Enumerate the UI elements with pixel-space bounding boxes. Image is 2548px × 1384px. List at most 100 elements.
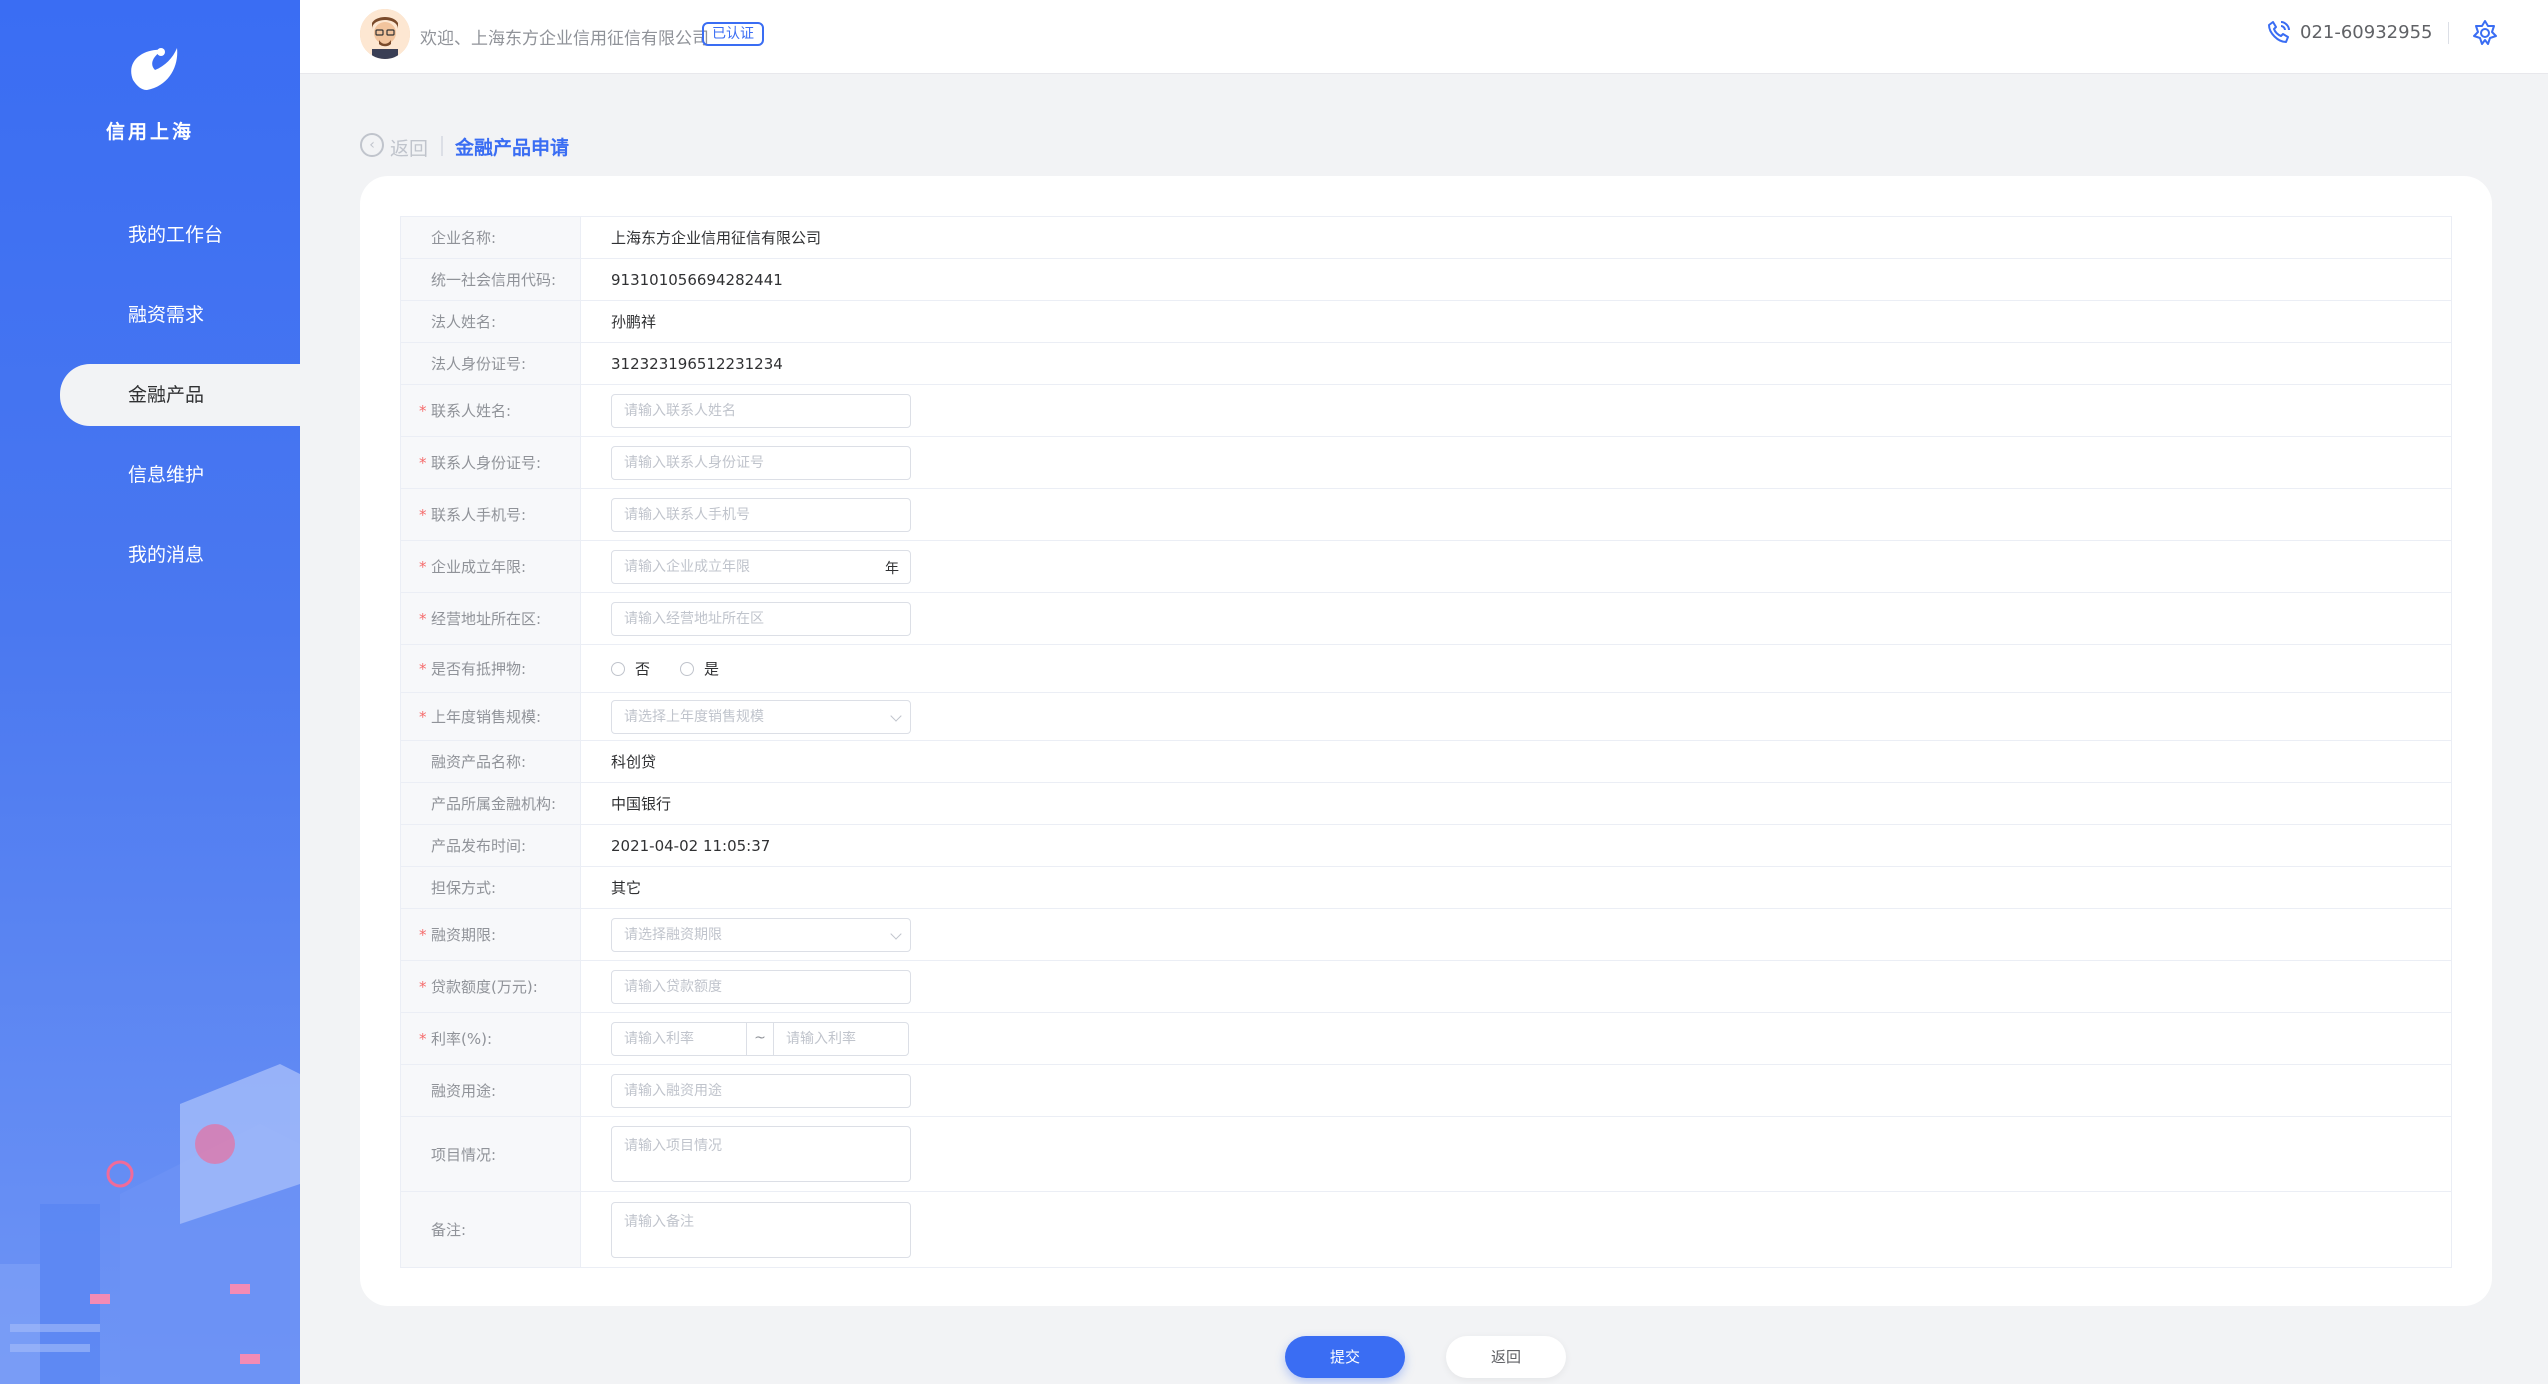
company-years-input[interactable] <box>611 549 911 584</box>
product-name-value: 科创贷 <box>611 753 657 771</box>
legal-id-value: 312323196512231234 <box>611 354 783 373</box>
field-label: 联系人姓名: <box>431 402 512 420</box>
field-label-required: * 利率(%): <box>401 1013 581 1064</box>
term-select[interactable]: 请选择融资期限 <box>611 917 911 952</box>
application-form: 企业名称: 上海东方企业信用征信有限公司 统一社会信用代码: 913101056… <box>400 216 2452 1268</box>
rate-to-input[interactable] <box>774 1022 908 1055</box>
form-row-contact-name: * 联系人姓名: <box>401 385 2451 437</box>
sidebar-item-my-messages[interactable]: 我的消息 <box>0 515 300 595</box>
field-label: 法人身份证号: <box>401 343 581 384</box>
required-asterisk: * <box>419 1029 427 1048</box>
field-label-required: * 是否有抵押物: <box>401 645 581 692</box>
field-label: 贷款额度(万元): <box>431 978 538 996</box>
required-asterisk: * <box>419 977 427 996</box>
sidebar-item-info-maintenance[interactable]: 信息维护 <box>0 435 300 515</box>
guarantee-value: 其它 <box>611 879 642 897</box>
field-label: 企业成立年限: <box>431 558 527 576</box>
field-label-required: * 联系人姓名: <box>401 385 581 436</box>
logo-text: 信用上海 <box>105 121 194 143</box>
rate-from-input[interactable] <box>612 1022 746 1055</box>
contact-id-input[interactable] <box>611 445 911 480</box>
chevron-down-icon <box>890 927 902 940</box>
form-row-publish-time: 产品发布时间: 2021-04-02 11:05:37 <box>401 825 2451 867</box>
logo[interactable]: 信用上海 <box>95 40 205 143</box>
field-label: 融资期限: <box>431 926 497 944</box>
loan-amount-input[interactable] <box>611 969 911 1004</box>
field-label: 是否有抵押物: <box>431 660 527 678</box>
remark-textarea[interactable] <box>611 1201 911 1258</box>
purpose-input[interactable] <box>611 1073 911 1108</box>
field-label: 融资用途: <box>401 1065 581 1116</box>
credit-code-value: 913101056694282441 <box>611 270 783 289</box>
form-row-company-name: 企业名称: 上海东方企业信用征信有限公司 <box>401 217 2451 259</box>
form-row-legal-id: 法人身份证号: 312323196512231234 <box>401 343 2451 385</box>
form-row-address: * 经营地址所在区: <box>401 593 2451 645</box>
breadcrumb-back-link[interactable]: 返回 <box>390 134 428 161</box>
form-row-credit-code: 统一社会信用代码: 913101056694282441 <box>401 259 2451 301</box>
form-row-product-name: 融资产品名称: 科创贷 <box>401 741 2451 783</box>
radio-label: 否 <box>635 660 651 678</box>
sidebar-item-financial-products[interactable]: 金融产品 <box>60 364 300 426</box>
settings-gear-icon[interactable] <box>2470 18 2500 48</box>
contact-phone-input[interactable] <box>611 497 911 532</box>
field-value <box>581 1065 2451 1116</box>
radio-circle <box>680 661 695 676</box>
field-label: 产品发布时间: <box>401 825 581 866</box>
form-card: 企业名称: 上海东方企业信用征信有限公司 统一社会信用代码: 913101056… <box>360 176 2492 1306</box>
user-avatar[interactable] <box>360 9 410 59</box>
field-value <box>581 961 2451 1012</box>
field-label: 融资产品名称: <box>401 741 581 782</box>
field-label: 法人姓名: <box>401 301 581 342</box>
field-label: 联系人身份证号: <box>431 454 542 472</box>
required-asterisk: * <box>419 707 427 726</box>
sidebar-nav: 我的工作台 融资需求 金融产品 信息维护 我的消息 <box>0 195 300 595</box>
form-row-purpose: 融资用途: <box>401 1065 2451 1117</box>
form-row-collateral: * 是否有抵押物: 否 是 <box>401 645 2451 693</box>
field-label-required: * 融资期限: <box>401 909 581 960</box>
sales-select[interactable]: 请选择上年度销售规模 <box>611 699 911 734</box>
collateral-radio-yes[interactable]: 是 <box>680 658 719 679</box>
publish-time-value: 2021-04-02 11:05:37 <box>611 836 771 855</box>
field-value: ~ <box>581 1013 2451 1064</box>
field-label: 联系人手机号: <box>431 506 527 524</box>
breadcrumb-divider <box>441 136 443 156</box>
institution-value: 中国银行 <box>611 795 672 813</box>
form-row-institution: 产品所属金融机构: 中国银行 <box>401 783 2451 825</box>
submit-button[interactable]: 提交 <box>1285 1336 1405 1378</box>
company-name-value: 上海东方企业信用征信有限公司 <box>611 229 822 247</box>
field-label: 项目情况: <box>401 1117 581 1191</box>
field-value: 请选择融资期限 <box>581 909 2451 960</box>
field-label-required: * 经营地址所在区: <box>401 593 581 644</box>
field-value <box>581 1192 2451 1267</box>
field-label: 上年度销售规模: <box>431 708 542 726</box>
field-label-required: * 上年度销售规模: <box>401 693 581 740</box>
legal-name-value: 孙鹏祥 <box>611 313 657 331</box>
back-button[interactable]: 返回 <box>1446 1336 1566 1378</box>
collateral-radio-no[interactable]: 否 <box>611 658 650 679</box>
field-value <box>581 1117 2451 1191</box>
range-separator: ~ <box>746 1022 774 1055</box>
back-arrow-icon[interactable]: ‹ <box>360 133 384 157</box>
field-label: 产品所属金融机构: <box>401 783 581 824</box>
page-title: 金融产品申请 <box>455 137 570 159</box>
sidebar-item-workbench[interactable]: 我的工作台 <box>0 195 300 275</box>
top-header: 欢迎、上海东方企业信用征信有限公司 已认证 021-60932955 <box>300 0 2548 74</box>
required-asterisk: * <box>419 401 427 420</box>
contact-name-input[interactable] <box>611 393 911 428</box>
header-divider <box>2448 22 2449 44</box>
form-row-rate: *利率(%): ~ <box>401 1013 2451 1065</box>
required-asterisk: * <box>419 557 427 576</box>
sidebar: 信用上海 我的工作台 融资需求 金融产品 信息维护 我的消息 <box>0 0 300 1384</box>
radio-circle <box>611 661 625 676</box>
project-textarea[interactable] <box>611 1126 911 1182</box>
city-illustration <box>0 1064 300 1384</box>
address-input[interactable] <box>611 601 911 636</box>
field-label: 备注: <box>401 1192 581 1267</box>
form-row-remark: 备注: <box>401 1192 2451 1267</box>
sidebar-item-financing-needs[interactable]: 融资需求 <box>0 275 300 355</box>
years-suffix: 年 <box>885 560 899 577</box>
form-row-guarantee: 担保方式: 其它 <box>401 867 2451 909</box>
required-asterisk: * <box>419 659 427 678</box>
field-label-required: * 贷款额度(万元): <box>401 961 581 1012</box>
required-asterisk: * <box>419 453 427 472</box>
